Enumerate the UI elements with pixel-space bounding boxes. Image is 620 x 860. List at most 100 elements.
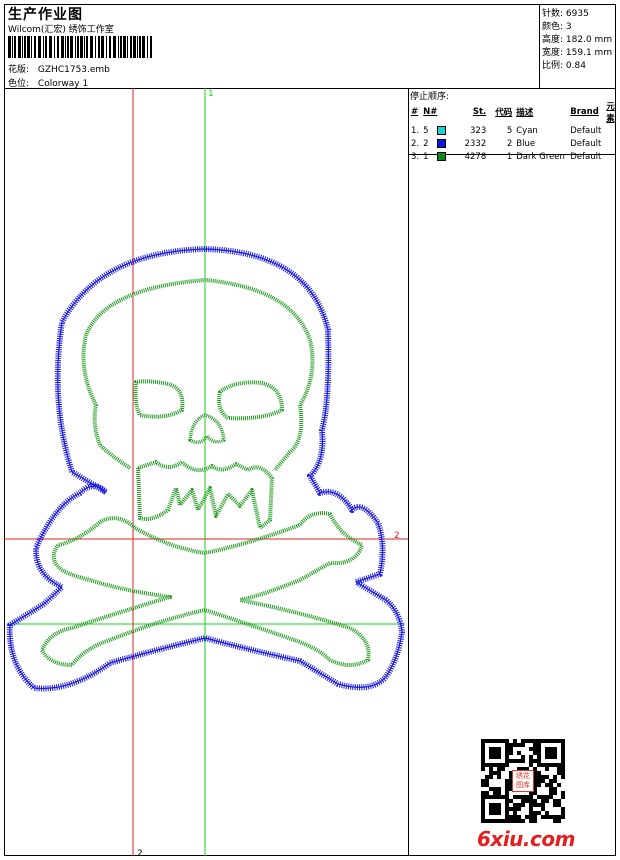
qr-cell [493, 811, 497, 815]
qr-cell [505, 795, 509, 799]
qr-cell [545, 795, 549, 799]
qr-cell [509, 799, 513, 803]
qr-cell [553, 763, 557, 767]
qr-cell [537, 755, 541, 759]
qr-cell [557, 771, 561, 775]
qr-cell [557, 819, 561, 823]
qr-cell [541, 779, 545, 783]
qr-cell [485, 739, 489, 743]
qr-cell [481, 763, 485, 767]
qr-cell [521, 819, 525, 823]
qr-cell [509, 751, 513, 755]
qr-cell [549, 747, 553, 751]
qr-cell [513, 795, 517, 799]
qr-cell [493, 787, 497, 791]
qr-cell [561, 747, 565, 751]
qr-cell [505, 747, 509, 751]
qr-cell [561, 767, 565, 771]
embroidery-design: 1 2 2 [4, 88, 408, 859]
qr-cell [553, 815, 557, 819]
qr-cell [497, 771, 501, 775]
qr-cell [513, 739, 517, 743]
qr-cell [497, 803, 501, 807]
qr-cell [557, 739, 561, 743]
qr-cell [485, 783, 489, 787]
qr-cell [481, 755, 485, 759]
qr-cell [541, 815, 545, 819]
qr-cell [545, 755, 549, 759]
qr-cell [557, 763, 561, 767]
qr-cell [493, 807, 497, 811]
qr-cell [549, 755, 553, 759]
qr-cell [553, 779, 557, 783]
qr-cell [557, 799, 561, 803]
qr-cell [489, 763, 493, 767]
qr-cell [493, 795, 497, 799]
qr-cell [557, 815, 561, 819]
qr-cell [513, 819, 517, 823]
qr-cell [489, 795, 493, 799]
qr-cell [481, 767, 485, 771]
qr-cell [485, 775, 489, 779]
qr-cell [481, 747, 485, 751]
qr-cell [541, 795, 545, 799]
qr-cell [501, 767, 505, 771]
qr-cell [509, 743, 513, 747]
qr-cell [537, 743, 541, 747]
qr-cell [489, 787, 493, 791]
qr-cell [481, 751, 485, 755]
qr-cell [549, 791, 553, 795]
qr-cell [533, 743, 537, 747]
qr-cell [489, 803, 493, 807]
qr-cell [485, 795, 489, 799]
qr-cell [497, 787, 501, 791]
qr-cell [505, 755, 509, 759]
qr-cell [533, 739, 537, 743]
qr-cell [481, 783, 485, 787]
qr-cell [545, 751, 549, 755]
qr-cell [509, 815, 513, 819]
qr-cell [505, 751, 509, 755]
qr-cell [513, 815, 517, 819]
qr-cell [489, 751, 493, 755]
qr-cell [537, 759, 541, 763]
qr-cell [561, 763, 565, 767]
qr-cell [505, 803, 509, 807]
qr-cell [529, 739, 533, 743]
qr-cell [517, 743, 521, 747]
qr-cell [521, 795, 525, 799]
qr-cell [553, 755, 557, 759]
qr-cell [529, 759, 533, 763]
qr-cell [513, 811, 517, 815]
qr-cell [561, 751, 565, 755]
qr-cell [541, 775, 545, 779]
qr-cell [529, 819, 533, 823]
qr-cell [505, 759, 509, 763]
qr-cell [533, 819, 537, 823]
qr-cell [529, 747, 533, 751]
qr-cell [541, 739, 545, 743]
qr-cell [545, 783, 549, 787]
qr-cell [505, 811, 509, 815]
qr-cell [553, 751, 557, 755]
qr-cell [561, 755, 565, 759]
qr-cell [537, 747, 541, 751]
qr-cell [481, 739, 485, 743]
qr-cell [561, 807, 565, 811]
qr-cell [537, 739, 541, 743]
qr-cell [509, 807, 513, 811]
qr-cell [489, 767, 493, 771]
qr-cell [533, 815, 537, 819]
qr-cell [557, 803, 561, 807]
qr-cell [553, 803, 557, 807]
qr-cell [501, 819, 505, 823]
qr-cell [497, 747, 501, 751]
qr-cell [505, 791, 509, 795]
qr-cell [501, 739, 505, 743]
qr-cell [505, 763, 509, 767]
qr-cell [493, 755, 497, 759]
qr-cell [537, 795, 541, 799]
qr-cell [533, 811, 537, 815]
qr-cell [509, 819, 513, 823]
axis-label-red-right: 2 [394, 531, 400, 541]
